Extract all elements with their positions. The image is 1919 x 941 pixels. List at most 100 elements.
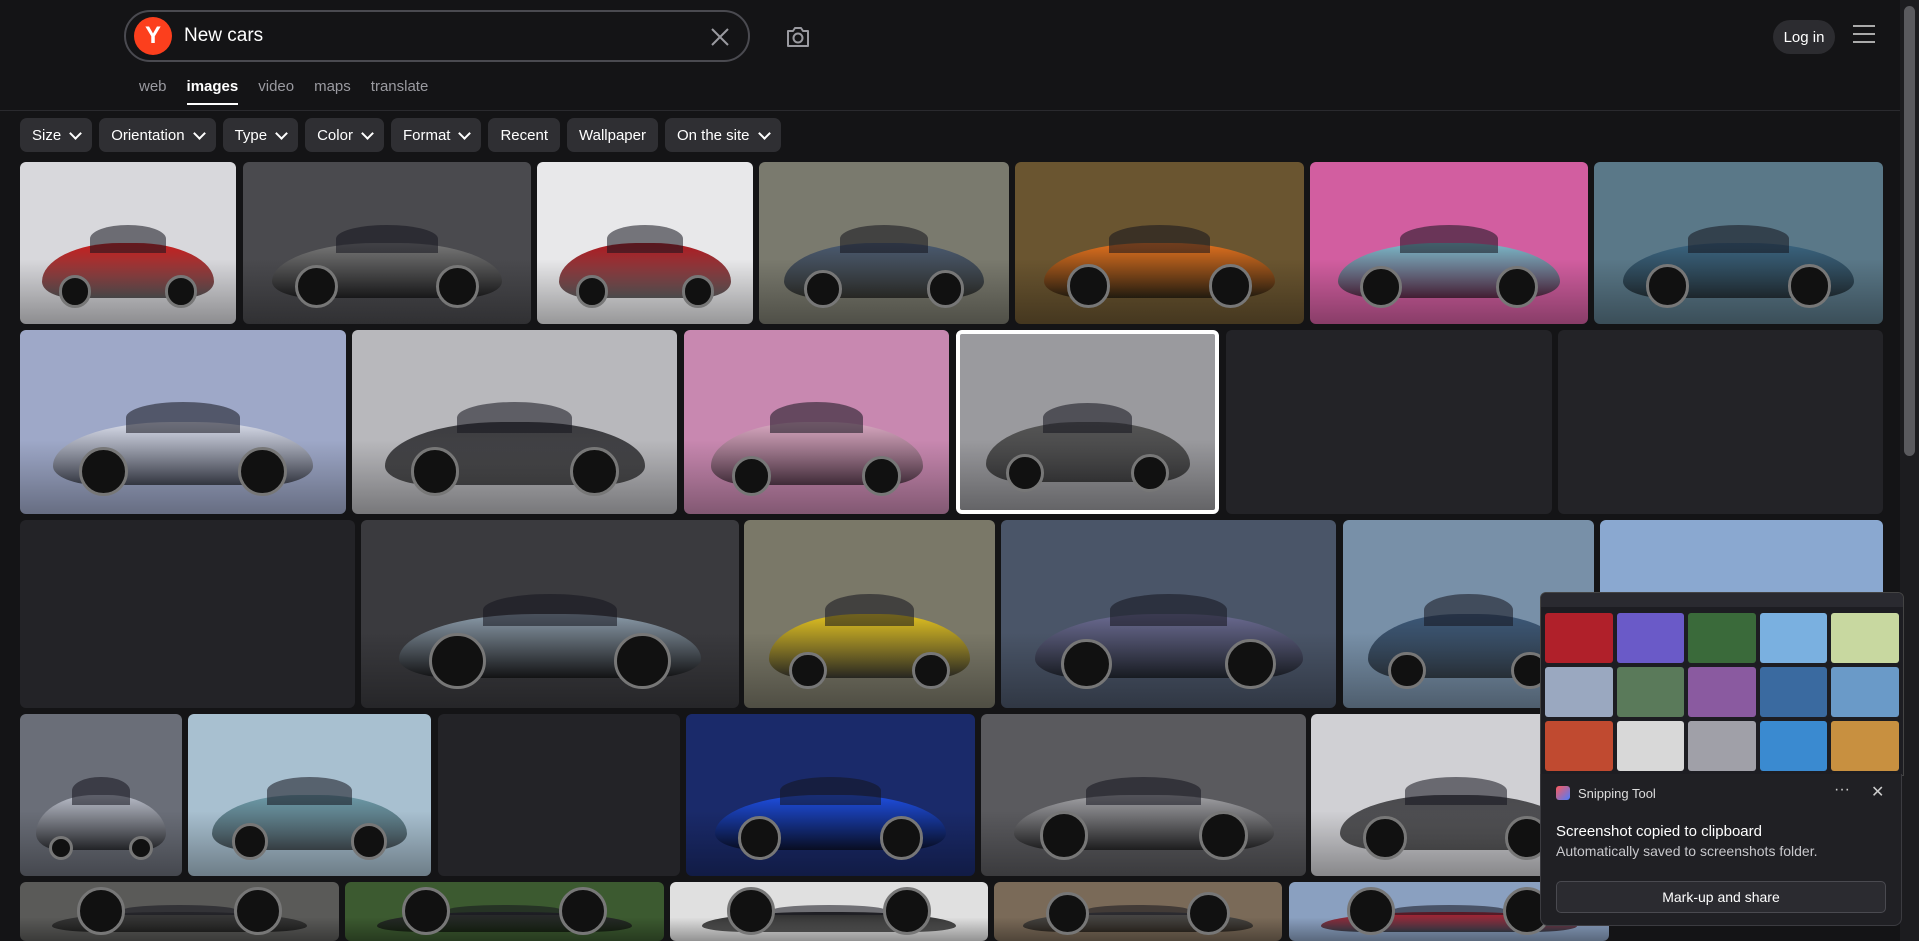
tab-video[interactable]: video — [258, 78, 294, 105]
filter-format[interactable]: Format — [390, 118, 482, 152]
more-options-icon[interactable]: ··· — [1834, 781, 1850, 799]
filter-bar: Size Orientation Type Color Format Recen… — [20, 118, 781, 152]
wheel-shape — [575, 275, 609, 308]
page-scrollbar[interactable] — [1900, 0, 1919, 941]
wheel-shape — [410, 446, 460, 496]
image-result-pink-concept-pair[interactable] — [684, 330, 949, 514]
wheel-shape — [164, 275, 198, 308]
wheel-shape — [681, 275, 715, 308]
wheel-shape — [1039, 811, 1089, 860]
image-result-silver-concept-sedan[interactable] — [20, 330, 346, 514]
search-box[interactable]: Y New cars — [124, 10, 750, 62]
wheel-shape — [231, 823, 269, 860]
filter-wallpaper[interactable]: Wallpaper — [567, 118, 658, 152]
wheel-shape — [883, 887, 931, 936]
wheel-shape — [1198, 811, 1248, 860]
preview-thumbnail — [1759, 613, 1828, 663]
notification-message: Automatically saved to screenshots folde… — [1556, 843, 1818, 859]
preview-thumbnail — [1616, 721, 1685, 771]
image-result-teal-opel-concept[interactable] — [188, 714, 431, 876]
filter-recent[interactable]: Recent — [488, 118, 560, 152]
wheel-shape — [1496, 266, 1538, 308]
search-input[interactable]: New cars — [184, 25, 263, 47]
wheel-shape — [58, 275, 92, 308]
tab-maps[interactable]: maps — [314, 78, 351, 105]
chevron-down-icon — [69, 126, 83, 140]
preview-thumbnail — [1759, 721, 1828, 771]
preview-thumbnail — [1831, 667, 1899, 717]
filter-orientation[interactable]: Orientation — [99, 118, 216, 152]
wheel-shape — [569, 446, 619, 496]
wheel-shape — [738, 816, 782, 860]
image-result-grey-ford-gt[interactable] — [243, 162, 531, 324]
wheel-shape — [77, 887, 126, 936]
tab-translate[interactable]: translate — [371, 78, 429, 105]
wheel-shape — [1186, 891, 1231, 936]
image-result-row5-image-1[interactable] — [20, 882, 339, 941]
wheel-shape — [294, 264, 339, 308]
wheel-shape — [1067, 264, 1111, 308]
image-result-silver-concept-city[interactable] — [20, 714, 182, 876]
image-result-silver-bugatti-garage[interactable] — [361, 520, 739, 708]
image-result-blue-cadillac-celestiq[interactable] — [686, 714, 975, 876]
image-result-blue-bugatti-tourbillon[interactable] — [1594, 162, 1883, 324]
image-result-placeholder-1[interactable] — [1226, 330, 1552, 514]
image-result-orange-car-dealership[interactable] — [1015, 162, 1304, 324]
filter-on-the-site[interactable]: On the site — [664, 118, 781, 152]
filter-color[interactable]: Color — [305, 118, 384, 152]
camera-search-icon[interactable] — [782, 22, 814, 52]
clear-icon[interactable] — [708, 25, 732, 49]
wheel-shape — [402, 887, 451, 936]
wheel-shape — [1360, 266, 1402, 308]
image-result-yellow-sedan-desert[interactable] — [744, 520, 995, 708]
preview-thumbnail — [1688, 613, 1756, 663]
preview-thumbnail — [1688, 667, 1756, 717]
preview-thumbnail — [1831, 721, 1899, 771]
wheel-shape — [233, 887, 282, 936]
login-button[interactable]: Log in — [1773, 20, 1835, 54]
image-result-red-acura-nsx[interactable] — [20, 162, 236, 324]
filter-size[interactable]: Size — [20, 118, 93, 152]
wheel-shape — [614, 632, 671, 690]
wheel-shape — [78, 446, 128, 496]
wheel-shape — [789, 651, 827, 690]
image-result-car-fleet-aerial[interactable] — [759, 162, 1009, 324]
preview-thumbnail — [1616, 667, 1685, 717]
close-icon[interactable]: ✕ — [1871, 782, 1884, 802]
image-result-silver-lexus-concept[interactable] — [981, 714, 1306, 876]
wheel-shape — [1225, 638, 1276, 690]
tab-web[interactable]: web — [139, 78, 167, 105]
notification-title: Screenshot copied to clipboard — [1556, 823, 1762, 840]
screenshot-preview[interactable] — [1540, 592, 1904, 776]
filter-type[interactable]: Type — [222, 118, 299, 152]
wheel-shape — [558, 887, 607, 936]
wheel-shape — [1346, 887, 1395, 936]
chevron-down-icon — [757, 126, 771, 140]
wheel-shape — [731, 455, 772, 496]
image-result-placeholder-4[interactable] — [438, 714, 680, 876]
image-result-placeholder-2[interactable] — [1558, 330, 1883, 514]
wheel-shape — [879, 816, 923, 860]
wheel-shape — [435, 264, 480, 308]
notification-app-name: Snipping Tool — [1578, 786, 1656, 801]
scrollbar-thumb[interactable] — [1904, 6, 1915, 456]
image-result-red-acura-concept[interactable] — [537, 162, 753, 324]
yandex-logo[interactable]: Y — [134, 17, 172, 55]
hamburger-menu-icon[interactable] — [1853, 25, 1875, 45]
wheel-shape — [238, 446, 288, 496]
image-result-row5-image-3[interactable] — [670, 882, 988, 941]
tab-images[interactable]: images — [186, 78, 238, 105]
image-result-teal-concept-pink[interactable] — [1310, 162, 1588, 324]
image-result-row5-image-2[interactable] — [345, 882, 664, 941]
image-result-grey-maserati-alfieri[interactable] — [956, 330, 1219, 514]
image-result-placeholder-3[interactable] — [20, 520, 355, 708]
chevron-down-icon — [458, 126, 472, 140]
image-result-purple-hypercar-road[interactable] — [1001, 520, 1336, 708]
markup-and-share-button[interactable]: Mark-up and share — [1556, 881, 1886, 913]
preview-thumbnail — [1616, 613, 1685, 663]
wheel-shape — [1005, 454, 1045, 493]
snipping-tool-notification: Snipping Tool ··· ✕ Screenshot copied to… — [1540, 774, 1902, 926]
image-result-row5-image-4[interactable] — [994, 882, 1282, 941]
image-result-dark-acura-nsx[interactable] — [352, 330, 677, 514]
wheel-shape — [1787, 264, 1831, 308]
